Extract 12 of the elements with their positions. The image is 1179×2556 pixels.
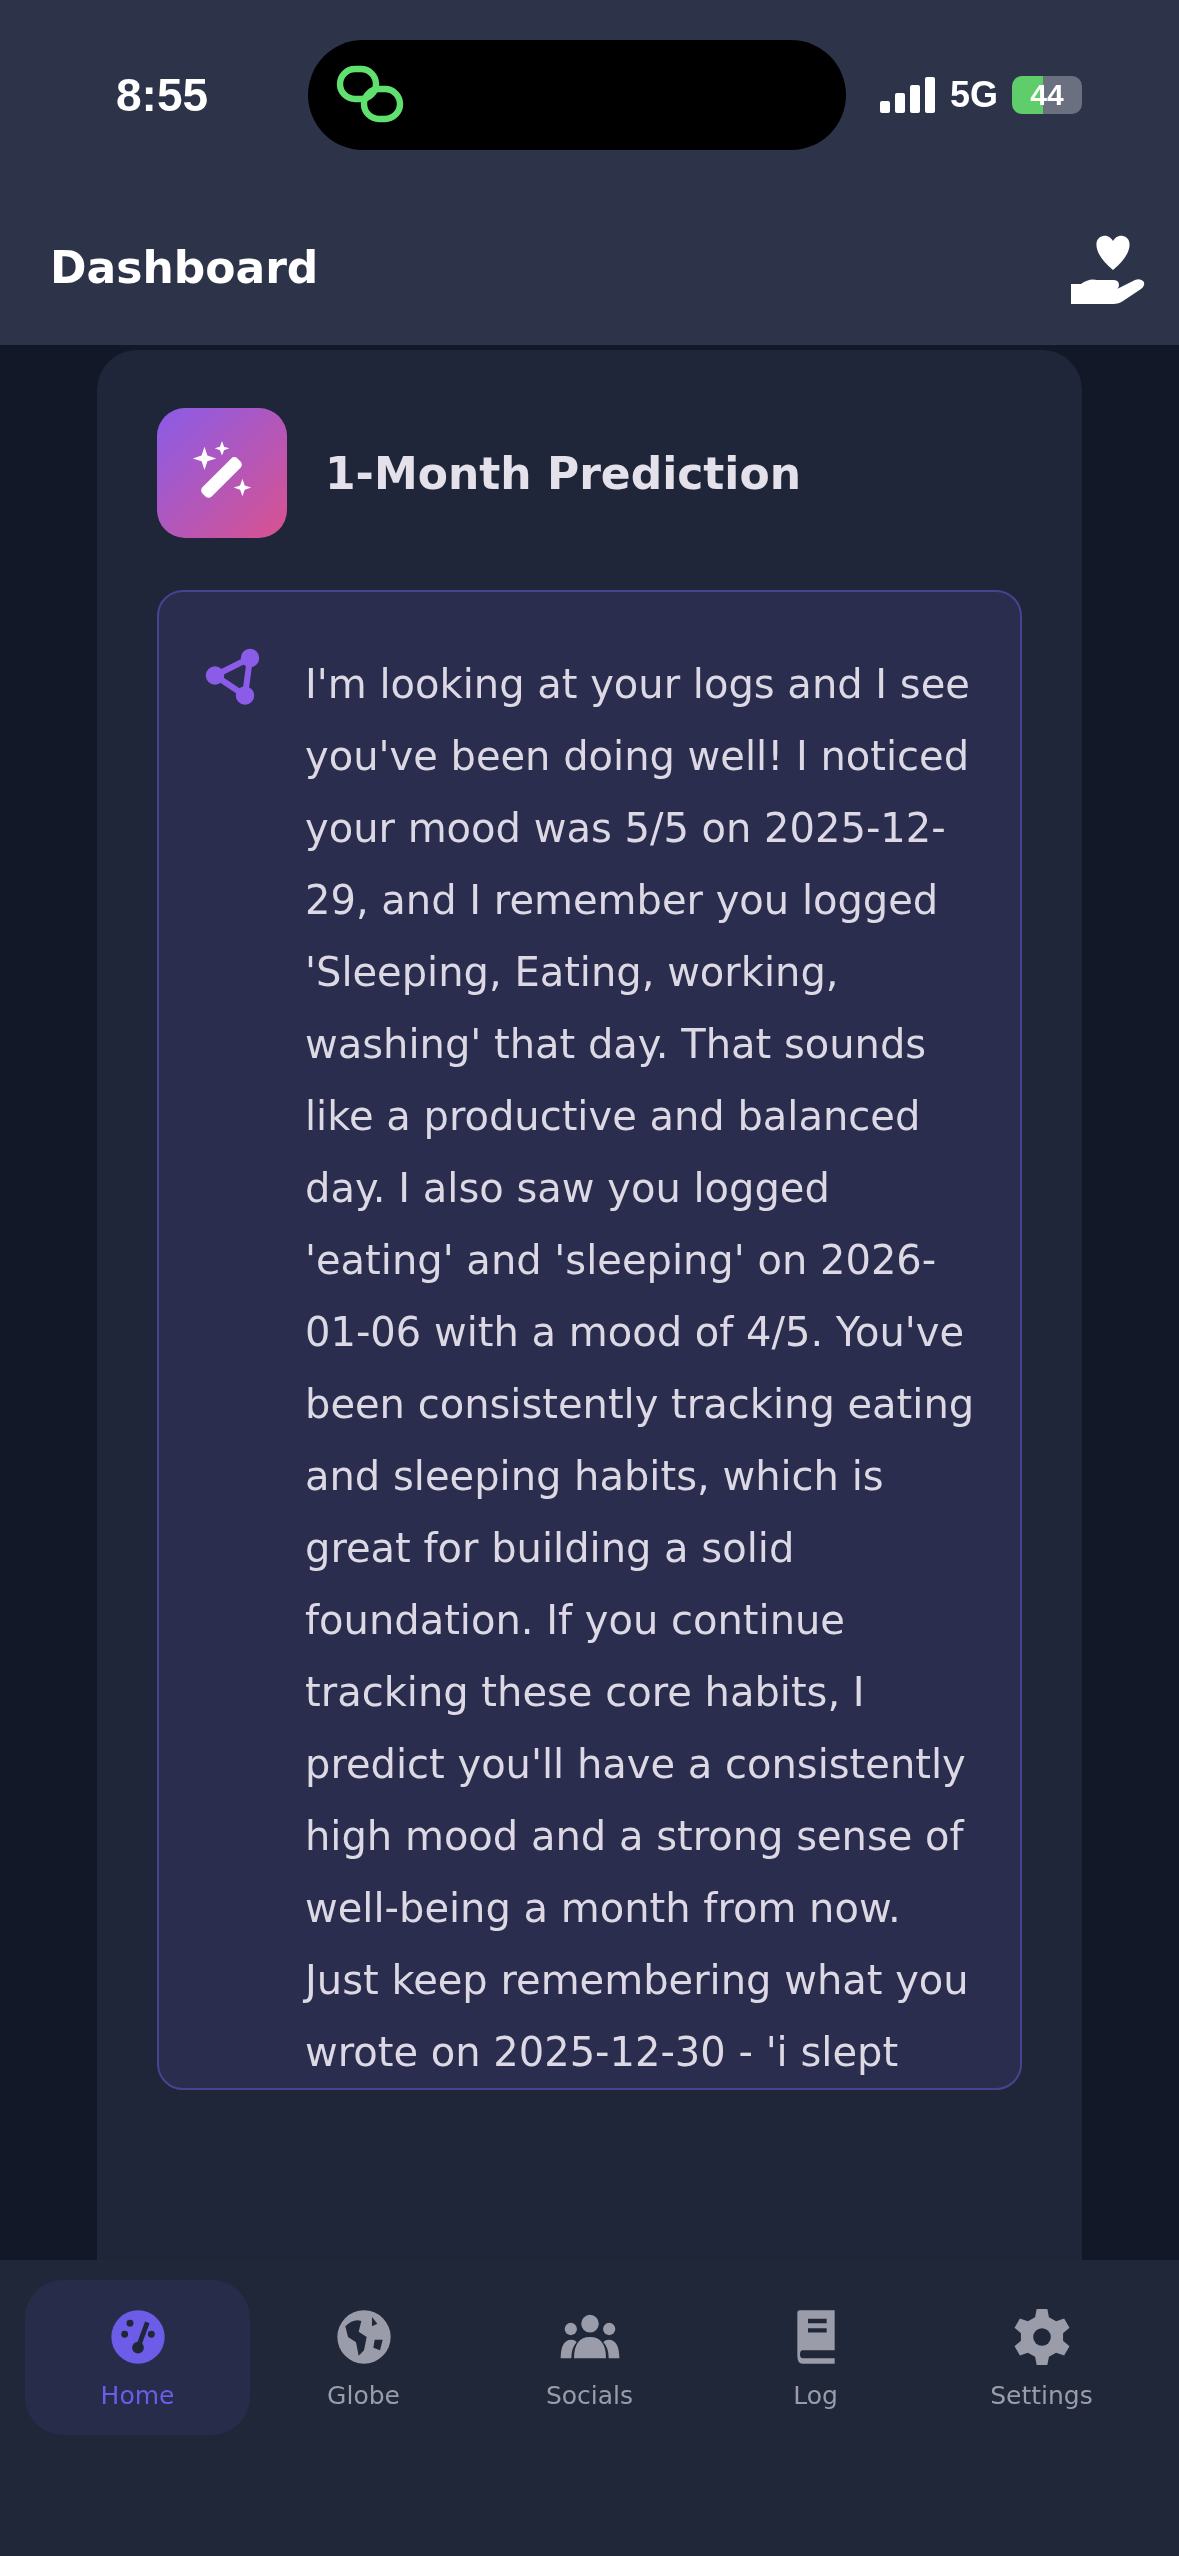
prediction-text: I'm looking at your logs and I see you've been doing well! I noticed your mood was 5/5 on 2025-12-29, and I remember you logged 'Sleeping, Eating, working, washing' that day. That sounds like a productive and balanced day. I also saw you logged 'eating' and 'sleeping' on 2026-01-06 with a mood of 4/5. You've been consistently tracking eating and sleeping habits, which is great for building a solid foundation. If you continue tracking these core habits, I predict you'll have a consistently high mood and a strong sense of well-being a month from now. Just keep remembering what you wrote on 2025-12-30 - 'i slept (305, 660, 976, 2077)
card-title: 1-Month Prediction (325, 447, 801, 499)
status-time: 8:55 (116, 68, 210, 122)
signal-icon (880, 77, 936, 113)
page-title: Dashboard (50, 242, 319, 293)
nav-tab[interactable]: Globe (251, 2280, 476, 2435)
nav-tab[interactable]: Settings (929, 2280, 1154, 2435)
nav-tab[interactable]: Home (25, 2280, 250, 2435)
network-label: 5G (950, 74, 999, 116)
magic-wand-icon (157, 408, 287, 538)
nav-tab[interactable]: Log (703, 2280, 928, 2435)
nav-tab[interactable]: Socials (477, 2280, 702, 2435)
